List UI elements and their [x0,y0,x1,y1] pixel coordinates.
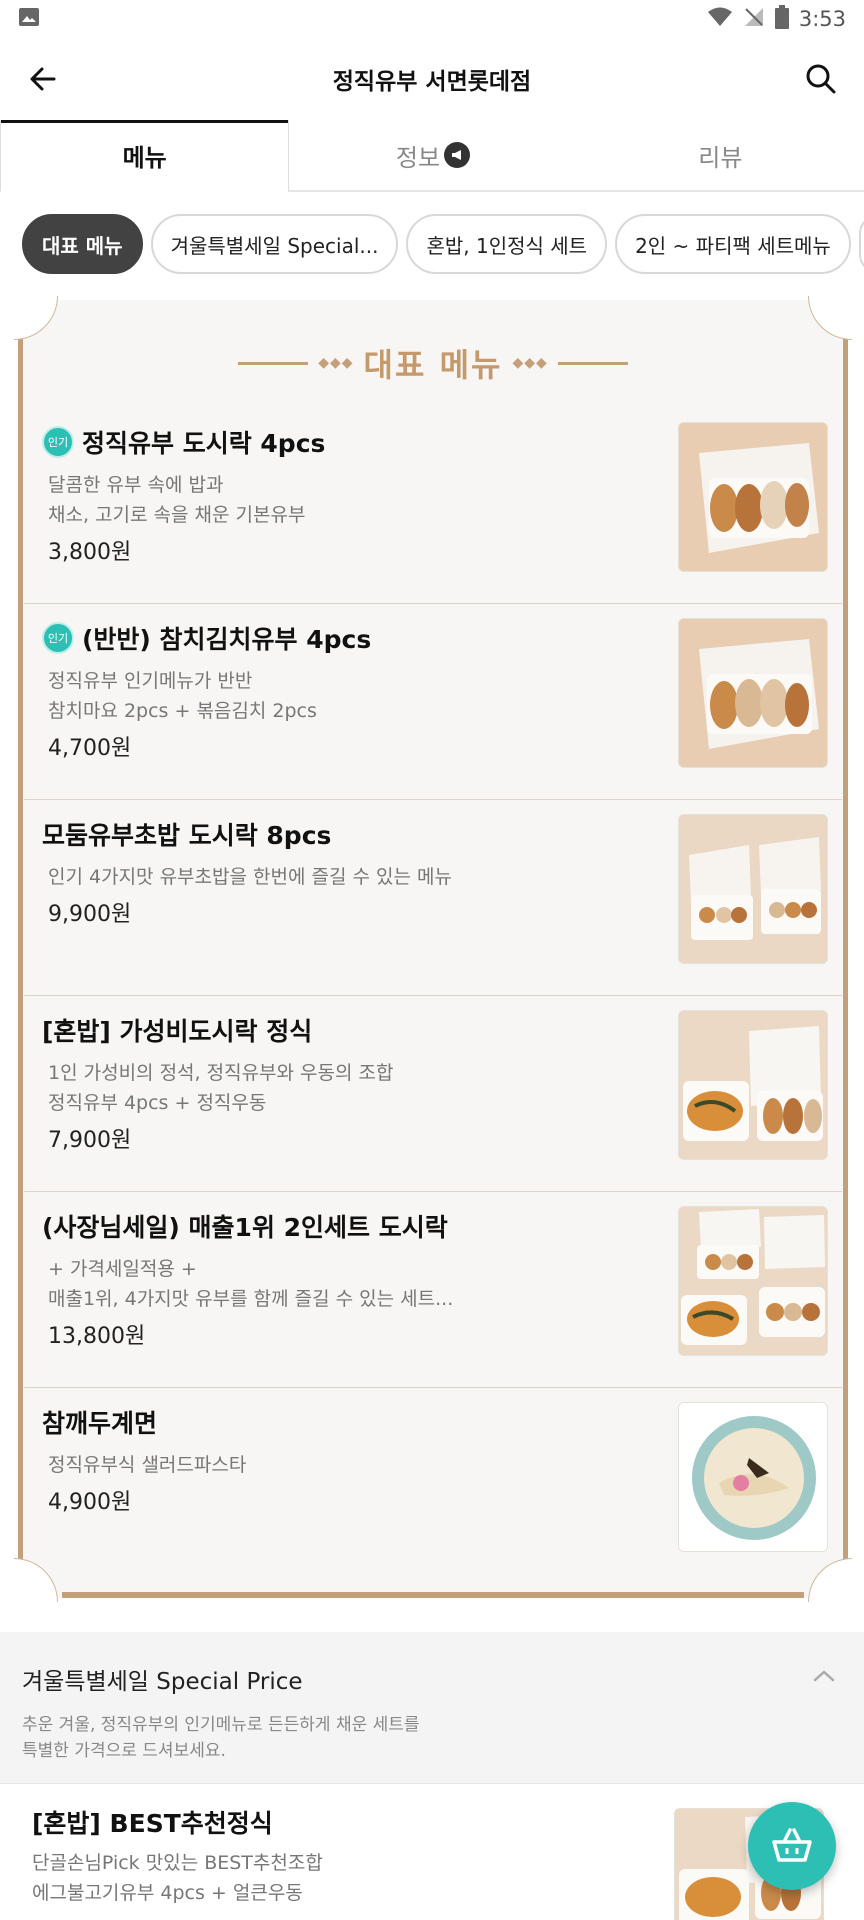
menu-item-photo [678,422,828,572]
menu-list: 인기 정직유부 도시락 4pcs 달콤한 유부 속에 밥과 채소, 고기로 속을… [24,408,842,1584]
signature-menu-card: ◆◆◆ 대표 메뉴 ◆◆◆ 인기 정직유부 도시락 4pcs 달콤한 유부 속에… [14,296,852,1602]
card-corner [808,296,852,340]
menu-item-name: [혼밥] 가성비도시락 정식 [42,1017,313,1046]
megaphone-icon [444,142,471,168]
card-frame-left [18,326,23,1580]
menu-item-photo [678,1402,828,1552]
menu-item-price: 9,900원 [48,902,132,927]
section-desc-line: 추운 겨울, 정직유부의 인기메뉴로 든든하게 채운 세트를 [22,1715,420,1735]
tab-info-label: 정보 [395,143,441,172]
search-button[interactable] [800,58,842,100]
menu-item-price: 4,700원 [48,736,132,761]
menu-item[interactable]: 인기 정직유부 도시락 4pcs 달콤한 유부 속에 밥과 채소, 고기로 속을… [24,408,842,604]
menu-item-desc-line: 참치마요 2pcs + 볶음김치 2pcs [48,700,317,722]
menu-item-price: 4,900원 [48,1490,132,1515]
popular-badge: 인기 [42,426,74,458]
section-title: 대표 메뉴 [363,346,503,384]
basket-icon [772,1828,812,1862]
tab-review[interactable]: 리뷰 [577,120,864,190]
chip-solo-set[interactable]: 혼밥, 1인정식 세트 [406,214,608,274]
chip-more[interactable] [858,214,864,274]
menu-item[interactable]: [혼밥] BEST추천정식 단골손님Pick 맛있는 BEST추천조합 에그불고… [0,1786,864,1920]
chevron-up-icon[interactable] [812,1664,836,1688]
image-notification-icon [18,6,40,33]
chip-signature-menu[interactable]: 대표 메뉴 [22,214,143,274]
menu-item-desc-line: 채소, 고기로 속을 채운 기본유부 [48,504,306,526]
battery-icon [774,4,789,34]
menu-item-description: + 가격세일적용 + 매출1위, 4가지맛 유부를 함께 즐길 수 있는 세트.… [48,1254,648,1314]
card-frame-right [843,326,848,1580]
menu-item-desc-line: 정직유부식 샐러드파스타 [48,1454,247,1476]
menu-item-desc-line: 단골손님Pick 맛있는 BEST추천조합 [32,1852,323,1874]
arrow-left-icon [30,67,56,91]
chip-winter-special[interactable]: 겨울특별세일 Special... [150,214,399,274]
menu-item-name: (반반) 참치김치유부 4pcs [82,625,372,654]
menu-item-desc-line: 1인 가성비의 정석, 정직유부와 우동의 조합 [48,1062,394,1084]
menu-item-desc-line: 정직유부 4pcs + 정직우동 [48,1092,267,1114]
section-description: 추운 겨울, 정직유부의 인기메뉴로 든든하게 채운 세트를 특별한 가격으로 … [22,1712,582,1764]
menu-item-price: 13,800원 [48,1324,146,1349]
menu-item[interactable]: [혼밥] 가성비도시락 정식 1인 가성비의 정석, 정직유부와 우동의 조합 … [24,996,842,1192]
divider [557,361,628,365]
menu-item-price: 7,900원 [48,1128,132,1153]
menu-item-photo [678,618,828,768]
menu-item-photo [678,814,828,964]
diamond-ornament-icon: ◆◆◆ [318,355,354,371]
section-title: 겨울특별세일 Special Price [22,1669,303,1695]
tab-info[interactable]: 정보 [289,120,576,190]
special-section-header[interactable]: 겨울특별세일 Special Price 추운 겨울, 정직유부의 인기메뉴로 … [0,1632,864,1784]
menu-item-name: (사장님세일) 매출1위 2인세트 도시락 [42,1213,448,1242]
menu-item-desc-line: + 가격세일적용 + [48,1258,197,1280]
menu-item-name: 정직유부 도시락 4pcs [82,429,326,458]
menu-item-name: [혼밥] BEST추천정식 [32,1809,273,1838]
menu-item-desc-line: 달콤한 유부 속에 밥과 [48,474,224,496]
menu-item-desc-line: 정직유부 인기메뉴가 반반 [48,670,253,692]
menu-item-desc-line: 인기 4가지맛 유부초밥을 한번에 즐길 수 있는 메뉴 [48,866,452,888]
wifi-icon [707,6,733,33]
divider [238,361,309,365]
menu-item-description: 정직유부식 샐러드파스타 [48,1450,648,1480]
category-chips: 대표 메뉴 겨울특별세일 Special... 혼밥, 1인정식 세트 2인 ~… [0,214,864,276]
card-heading: ◆◆◆ 대표 메뉴 ◆◆◆ [18,340,848,386]
menu-item[interactable]: 참깨두계면 정직유부식 샐러드파스타 4,900원 [24,1388,842,1584]
menu-item[interactable]: (사장님세일) 매출1위 2인세트 도시락 + 가격세일적용 + 매출1위, 4… [24,1192,842,1388]
no-signal-icon [743,6,765,33]
menu-item-description: 1인 가성비의 정석, 정직유부와 우동의 조합 정직유부 4pcs + 정직우… [48,1058,648,1118]
menu-item-photo [678,1206,828,1356]
search-icon [806,64,836,94]
tab-menu-label: 메뉴 [122,143,167,172]
card-corner [14,296,58,340]
menu-item[interactable]: 인기 (반반) 참치김치유부 4pcs 정직유부 인기메뉴가 반반 참치마요 2… [24,604,842,800]
diamond-ornament-icon: ◆◆◆ [512,355,548,371]
status-time: 3:53 [798,7,846,31]
menu-item-description: 단골손님Pick 맛있는 BEST추천조합 에그불고기유부 4pcs + 얼큰우… [32,1848,632,1908]
menu-item-price: 3,800원 [48,540,132,565]
cart-button[interactable] [748,1802,836,1890]
back-button[interactable] [22,58,64,100]
tab-menu[interactable]: 메뉴 [0,120,290,192]
menu-item-name: 모둠유부초밥 도시락 8pcs [42,821,332,850]
page-title: 정직유부 서면롯데점 [332,69,532,95]
section-desc-line: 특별한 가격으로 드셔보세요. [22,1741,226,1761]
menu-item-description: 달콤한 유부 속에 밥과 채소, 고기로 속을 채운 기본유부 [48,470,648,530]
card-frame-bottom [62,1592,804,1598]
menu-item-description: 정직유부 인기메뉴가 반반 참치마요 2pcs + 볶음김치 2pcs [48,666,648,726]
menu-item[interactable]: 모둠유부초밥 도시락 8pcs 인기 4가지맛 유부초밥을 한번에 즐길 수 있… [24,800,842,996]
menu-item-name: 참깨두계면 [42,1409,158,1438]
menu-item-desc-line: 에그불고기유부 4pcs + 얼큰우동 [32,1882,303,1904]
menu-item-description: 인기 4가지맛 유부초밥을 한번에 즐길 수 있는 메뉴 [48,862,648,892]
tab-review-label: 리뷰 [698,143,743,172]
status-bar: 3:53 [0,0,864,38]
menu-item-desc-line: 매출1위, 4가지맛 유부를 함께 즐길 수 있는 세트... [48,1288,454,1310]
popular-badge: 인기 [42,622,74,654]
top-app-bar: 정직유부 서면롯데점 [0,38,864,120]
menu-item-photo [678,1010,828,1160]
chip-party-set[interactable]: 2인 ~ 파티팩 세트메뉴 [615,214,851,274]
tab-bar: 메뉴 정보 리뷰 [0,120,864,192]
